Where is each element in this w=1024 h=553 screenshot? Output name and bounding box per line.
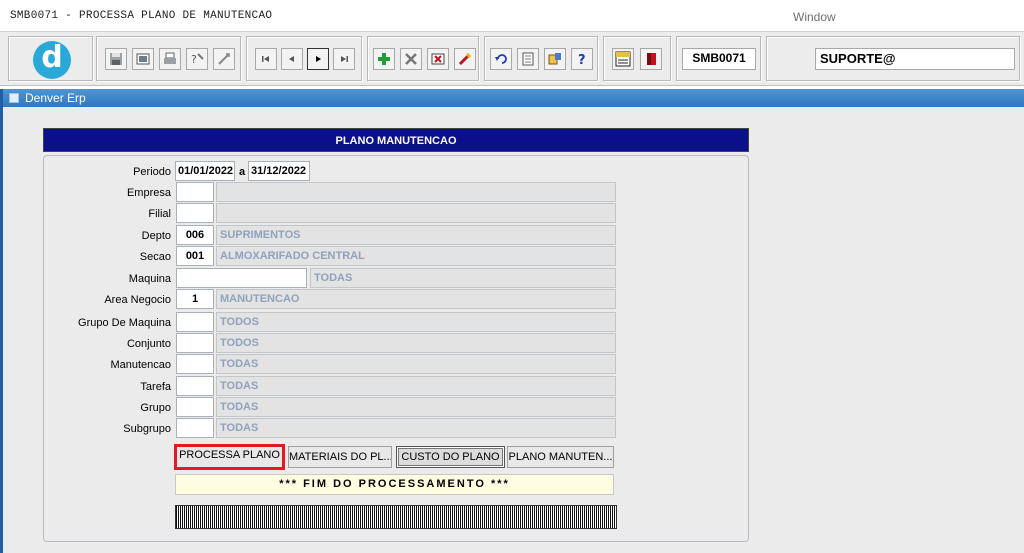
record-tools-group: ? — [96, 36, 242, 82]
save-icon[interactable] — [105, 48, 127, 70]
subgrupo-code-input[interactable] — [176, 418, 214, 438]
last-record-icon[interactable] — [333, 48, 355, 70]
info-icon[interactable] — [544, 48, 566, 70]
tarefa-label: Tarefa — [140, 381, 171, 393]
list-icon[interactable] — [517, 48, 539, 70]
window-menu[interactable]: Window — [793, 10, 836, 24]
periodo-to-input[interactable]: 31/12/2022 — [248, 161, 310, 181]
navigation-group — [246, 36, 363, 82]
form-header: PLANO MANUTENCAO — [43, 128, 749, 152]
menu-icon[interactable] — [612, 48, 634, 70]
conjunto-desc: TODOS — [216, 333, 616, 353]
grupo-desc: TODAS — [216, 397, 616, 417]
depto-desc: SUPRIMENTOS — [216, 225, 616, 245]
progress-bar — [175, 505, 617, 529]
maquina-code-input[interactable] — [176, 268, 307, 288]
plano-manutencao-button[interactable]: PLANO MANUTEN... — [507, 446, 614, 468]
periodo-from-input[interactable]: 01/01/2022 — [175, 161, 235, 181]
grupo-maquina-label: Grupo De Maquina — [78, 317, 171, 329]
subgrupo-label: Subgrupo — [123, 423, 171, 435]
conjunto-code-input[interactable] — [176, 333, 214, 353]
secao-label: Secao — [139, 251, 171, 263]
internal-window-title: Denver Erp — [25, 91, 86, 105]
depto-code-input[interactable]: 006 — [176, 225, 214, 245]
query-help-icon[interactable]: ? — [186, 48, 208, 70]
secao-code-input[interactable]: 001 — [176, 246, 214, 266]
maquina-desc: TODAS — [310, 268, 616, 288]
tarefa-desc: TODAS — [216, 376, 616, 396]
area-negocio-label: Area Negocio — [104, 294, 171, 306]
maquina-label: Maquina — [128, 273, 171, 285]
manutencao-label: Manutencao — [110, 359, 171, 371]
grupo-maquina-code-input[interactable] — [176, 312, 214, 332]
grupo-maquina-desc: TODOS — [216, 312, 616, 332]
insert-record-icon[interactable] — [373, 48, 395, 70]
misc-group: ? — [484, 36, 599, 82]
exit-icon[interactable] — [640, 48, 662, 70]
secao-desc: ALMOXARIFADO CENTRAL — [216, 246, 616, 266]
subgrupo-desc: TODAS — [216, 418, 616, 438]
edit-group — [367, 36, 480, 82]
menu-exit-group — [603, 36, 672, 82]
empresa-desc — [216, 182, 616, 202]
denver-logo: d — [33, 41, 71, 79]
program-code-field: SMB0071 — [682, 48, 756, 70]
custo-do-plano-button[interactable]: CUSTO DO PLANO — [396, 446, 505, 468]
title-bar: SMB0071 - PROCESSA PLANO DE MANUTENCAO W… — [0, 0, 1024, 31]
help-icon[interactable]: ? — [571, 48, 593, 70]
edit-icon[interactable] — [454, 48, 476, 70]
previous-record-icon[interactable] — [281, 48, 303, 70]
window-icon — [9, 93, 19, 103]
periodo-separator: a — [239, 166, 246, 178]
query-run-icon[interactable] — [213, 48, 235, 70]
undo-icon[interactable] — [490, 48, 512, 70]
tarefa-code-input[interactable] — [176, 376, 214, 396]
user-group: SUPORTE@ — [766, 36, 1021, 82]
materiais-do-plano-button[interactable]: MATERIAIS DO PL... — [288, 446, 392, 468]
periodo-label: Periodo — [133, 166, 171, 178]
filial-code-input[interactable] — [176, 203, 214, 223]
area-negocio-code-input[interactable]: 1 — [176, 289, 214, 309]
next-record-icon[interactable] — [307, 48, 329, 70]
empresa-code-input[interactable] — [176, 182, 214, 202]
print-preview-icon[interactable] — [132, 48, 154, 70]
filial-label: Filial — [148, 208, 171, 220]
svg-text:?: ? — [578, 53, 586, 66]
window-title: SMB0071 - PROCESSA PLANO DE MANUTENCAO — [10, 10, 273, 22]
grupo-label: Grupo — [140, 402, 171, 414]
processa-plano-button[interactable]: PROCESSA PLANO — [174, 444, 285, 470]
manutencao-code-input[interactable] — [176, 354, 214, 374]
clear-icon[interactable] — [427, 48, 449, 70]
program-code-group: SMB0071 — [676, 36, 762, 82]
manutencao-desc: TODAS — [216, 354, 616, 374]
status-message: *** FIM DO PROCESSAMENTO *** — [175, 474, 614, 495]
empresa-label: Empresa — [126, 187, 171, 199]
conjunto-label: Conjunto — [126, 338, 171, 350]
depto-label: Depto — [141, 230, 171, 242]
first-record-icon[interactable] — [255, 48, 277, 70]
svg-text:?: ? — [191, 53, 197, 66]
toolbar: d ? ? SMB0071 SUPORTE@ — [0, 31, 1024, 86]
print-icon[interactable] — [159, 48, 181, 70]
delete-record-icon[interactable] — [400, 48, 422, 70]
internal-window-bar: Denver Erp — [3, 89, 1024, 107]
user-field: SUPORTE@ — [815, 48, 1015, 70]
area-negocio-desc: MANUTENCAO — [216, 289, 616, 309]
logo-group: d — [8, 36, 94, 82]
filial-desc — [216, 203, 616, 223]
grupo-code-input[interactable] — [176, 397, 214, 417]
